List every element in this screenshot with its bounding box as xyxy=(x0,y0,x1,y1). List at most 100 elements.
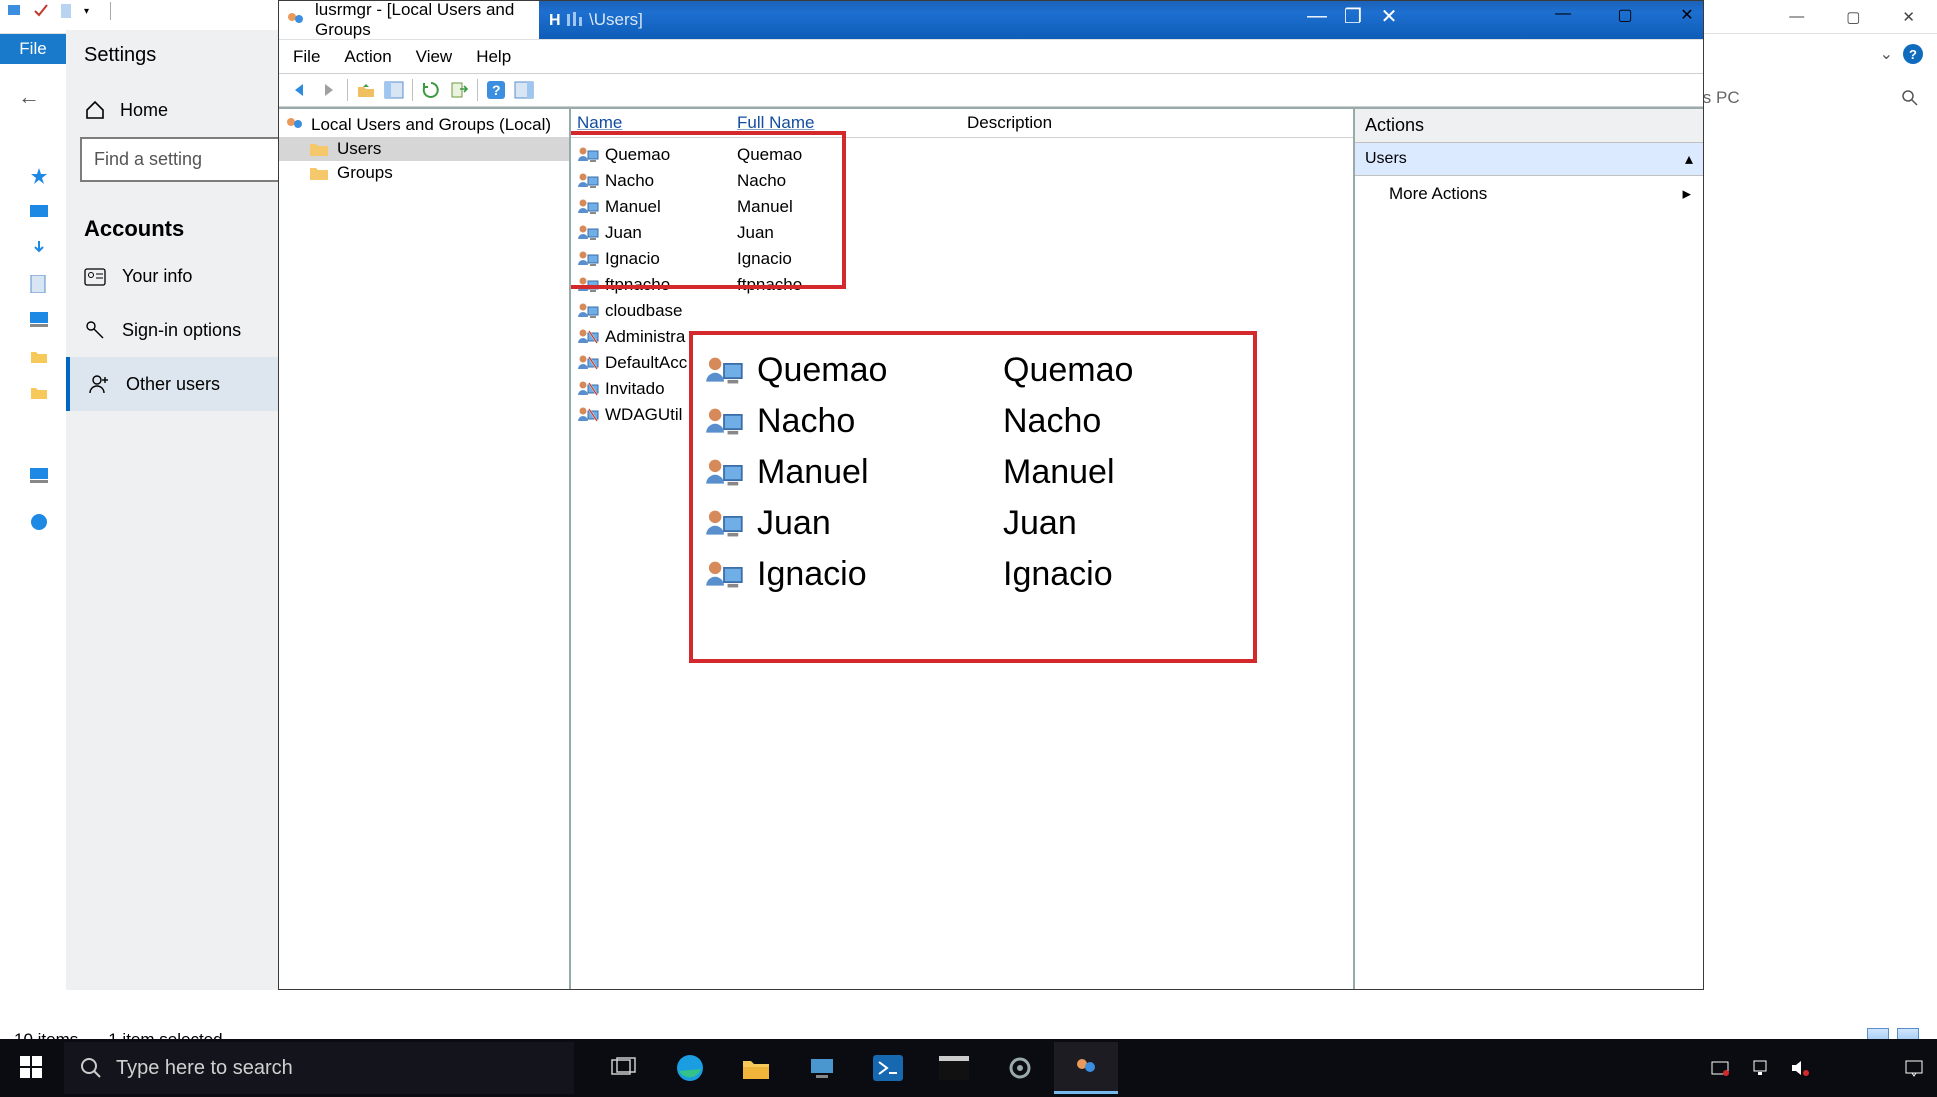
background-window-controls: — ▢ ✕ xyxy=(1789,8,1915,26)
nav-item-folder1[interactable] xyxy=(30,338,70,374)
tray-icon-1[interactable] xyxy=(1707,1055,1733,1081)
nav-item-desktop[interactable] xyxy=(30,194,70,230)
refresh-icon[interactable] xyxy=(417,77,445,103)
server-manager-icon[interactable] xyxy=(790,1042,854,1094)
user-icon xyxy=(577,354,599,372)
user-row[interactable]: DefaultAcc xyxy=(573,350,1351,376)
nav-item-downloads[interactable] xyxy=(30,230,70,266)
settings-your-info[interactable]: Your info xyxy=(66,250,295,303)
export-list-icon[interactable] xyxy=(445,77,473,103)
user-row[interactable]: ftpnachoftpnacho xyxy=(573,272,1351,298)
zoom-user-fullname: Ignacio xyxy=(1003,555,1239,594)
nav-item-documents[interactable] xyxy=(30,266,70,302)
nav-forward-icon[interactable] xyxy=(315,77,343,103)
mdi-window-controls: — ❐ ✕ xyxy=(1303,5,1403,27)
home-icon xyxy=(84,99,106,121)
settings-other-users[interactable]: Other users xyxy=(66,357,295,411)
file-tab[interactable]: File xyxy=(0,34,66,64)
nav-item-folder2[interactable] xyxy=(30,374,70,410)
tree-groups-label: Groups xyxy=(337,163,393,183)
menu-help[interactable]: Help xyxy=(476,47,511,67)
user-row[interactable]: IgnacioIgnacio xyxy=(573,246,1351,272)
qat-dropdown-icon[interactable]: ▾ xyxy=(84,2,102,20)
cmd-icon[interactable] xyxy=(922,1042,986,1094)
mdi-restore-button[interactable]: ❐ xyxy=(1339,5,1367,27)
user-row[interactable]: ManuelManuel xyxy=(573,194,1351,220)
search-icon[interactable] xyxy=(1901,89,1919,107)
col-fullname[interactable]: Full Name xyxy=(737,113,957,133)
taskbar-search[interactable]: Type here to search xyxy=(64,1042,574,1094)
lusrmgr-taskbar-icon[interactable] xyxy=(1054,1042,1118,1094)
user-icon xyxy=(577,406,599,424)
settings-signin-options[interactable]: Sign-in options xyxy=(66,303,295,357)
actions-group-users[interactable]: Users ▴ xyxy=(1355,143,1703,176)
actions-more-actions[interactable]: More Actions ▸ xyxy=(1355,176,1703,212)
user-row[interactable]: Invitado xyxy=(573,376,1351,402)
collapse-arrow-icon[interactable]: ▴ xyxy=(1685,149,1693,169)
powershell-icon[interactable] xyxy=(856,1042,920,1094)
user-row[interactable]: Administra xyxy=(573,324,1351,350)
user-row[interactable]: NachoNacho xyxy=(573,168,1351,194)
lusrmgr-toolbar: ? xyxy=(279,73,1703,107)
nav-item-thispc2[interactable] xyxy=(30,458,70,494)
user-row[interactable]: WDAGUtil xyxy=(573,402,1351,428)
user-icon xyxy=(577,302,599,320)
show-hide-tree-icon[interactable] xyxy=(380,77,408,103)
tray-datetime[interactable] xyxy=(1827,1055,1887,1081)
help-icon[interactable]: ? xyxy=(1903,44,1923,64)
nav-item-network[interactable] xyxy=(30,504,70,540)
settings-home[interactable]: Home xyxy=(66,89,295,131)
close-button[interactable]: ✕ xyxy=(1677,5,1697,25)
start-button[interactable] xyxy=(0,1039,64,1097)
qat-icon-3[interactable] xyxy=(58,2,76,20)
col-description[interactable]: Description xyxy=(957,113,1347,133)
tray-icon-2[interactable] xyxy=(1747,1055,1773,1081)
mdi-close-button[interactable]: ✕ xyxy=(1375,5,1403,27)
close-button[interactable]: ✕ xyxy=(1902,8,1915,26)
lusrmgr-titlebar[interactable]: lusrmgr - [Local Users and Groups H \Use… xyxy=(279,1,1703,39)
notifications-icon[interactable] xyxy=(1901,1055,1927,1081)
qat-icon-1[interactable] xyxy=(6,2,24,20)
user-fullname: ftpnacho xyxy=(737,275,957,295)
settings-taskbar-icon[interactable] xyxy=(988,1042,1052,1094)
tree-users-node[interactable]: Users xyxy=(279,137,569,161)
user-fullname: Quemao xyxy=(737,145,957,165)
lusrmgr-title-suffix: \Users] xyxy=(589,10,643,30)
edge-icon[interactable] xyxy=(658,1042,722,1094)
column-headers[interactable]: Name Full Name Description xyxy=(571,109,1353,138)
nav-back-icon[interactable] xyxy=(287,77,315,103)
console-tree[interactable]: Local Users and Groups (Local) Users Gro… xyxy=(279,109,571,989)
settings-search-input[interactable]: Find a setting xyxy=(80,137,281,182)
up-folder-icon[interactable] xyxy=(352,77,380,103)
show-action-pane-icon[interactable] xyxy=(510,77,538,103)
user-row[interactable]: JuanJuan xyxy=(573,220,1351,246)
minimize-button[interactable]: — xyxy=(1789,8,1804,26)
actions-header: Actions xyxy=(1355,109,1703,143)
maximize-button[interactable]: ▢ xyxy=(1615,5,1635,25)
col-name[interactable]: Name xyxy=(577,113,737,133)
back-arrow-icon[interactable]: ← xyxy=(18,84,40,110)
nav-item-quick[interactable] xyxy=(30,158,70,194)
tree-groups-node[interactable]: Groups xyxy=(279,161,569,185)
ribbon-collapse-icon[interactable]: ⌄ xyxy=(1880,44,1893,64)
menu-file[interactable]: File xyxy=(293,47,320,67)
qat-icon-2[interactable] xyxy=(32,2,50,20)
zoom-user-fullname: Manuel xyxy=(1003,453,1239,492)
nav-item-thispc[interactable] xyxy=(30,302,70,338)
menu-view[interactable]: View xyxy=(416,47,453,67)
tree-users-label: Users xyxy=(337,139,381,159)
volume-muted-icon[interactable] xyxy=(1787,1055,1813,1081)
file-explorer-icon[interactable] xyxy=(724,1042,788,1094)
help-toolbar-icon[interactable]: ? xyxy=(482,77,510,103)
toolbar-separator xyxy=(412,79,413,101)
actions-group-label: Users xyxy=(1365,150,1407,168)
user-list-pane[interactable]: Name Full Name Description QuemaoQuemaoN… xyxy=(571,109,1355,989)
maximize-button[interactable]: ▢ xyxy=(1846,8,1860,26)
mdi-minimize-button[interactable]: — xyxy=(1303,5,1331,27)
minimize-button[interactable]: — xyxy=(1553,5,1573,25)
task-view-icon[interactable] xyxy=(592,1042,656,1094)
user-row[interactable]: cloudbase xyxy=(573,298,1351,324)
tree-root-node[interactable]: Local Users and Groups (Local) xyxy=(279,113,569,137)
user-row[interactable]: QuemaoQuemao xyxy=(573,142,1351,168)
menu-action[interactable]: Action xyxy=(344,47,391,67)
